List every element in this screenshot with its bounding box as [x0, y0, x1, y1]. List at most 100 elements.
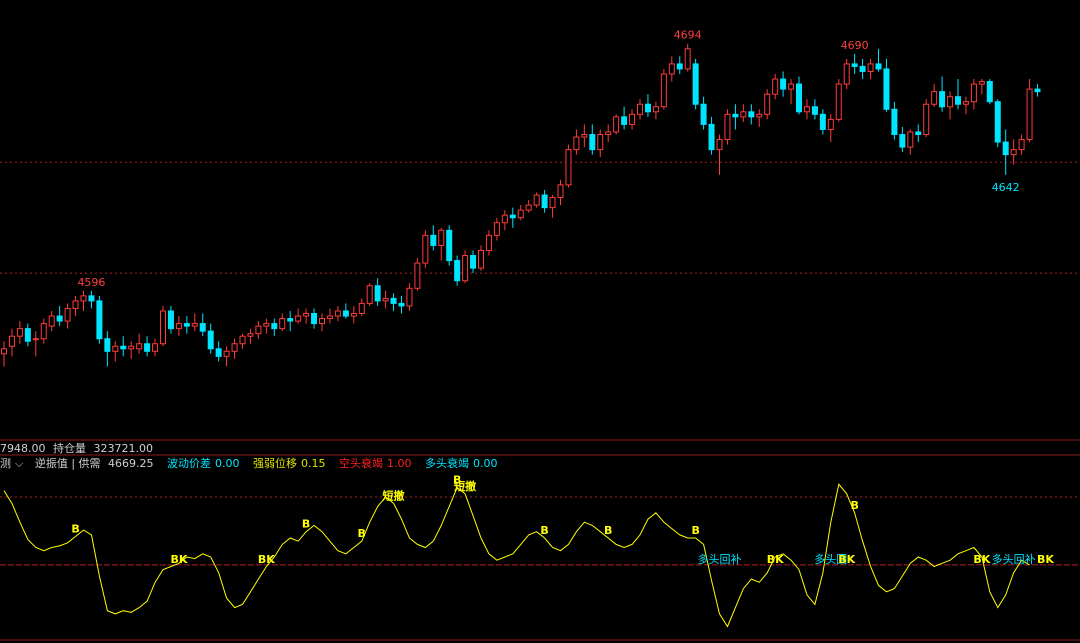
- candle-down: [819, 113, 826, 130]
- candle-up: [803, 106, 810, 113]
- candle-up: [1018, 139, 1025, 151]
- candle-down: [120, 345, 127, 350]
- candle-down: [732, 113, 739, 118]
- candle-up: [247, 333, 254, 337]
- candle-down: [883, 68, 890, 110]
- candle-up: [637, 103, 643, 115]
- candle-up: [152, 343, 159, 352]
- candle-up: [8, 335, 15, 347]
- candle-down: [780, 78, 787, 90]
- candle-down: [56, 315, 63, 322]
- volume-value: 7948.00: [0, 442, 46, 455]
- candle-up: [80, 295, 87, 302]
- candle-down: [851, 63, 858, 67]
- candle-up: [525, 204, 532, 211]
- candle-down: [748, 111, 755, 118]
- field-label-1: 强弱位移: [253, 457, 298, 470]
- signal-label: BK: [838, 553, 855, 566]
- price-extreme-label: 4642: [992, 181, 1020, 194]
- candle-up: [160, 310, 166, 345]
- candle-up: [422, 234, 429, 264]
- candle-down: [692, 63, 699, 105]
- candle-up: [978, 81, 985, 85]
- candle-up: [605, 131, 612, 135]
- candle-up: [1, 348, 7, 355]
- candle-up: [867, 63, 874, 72]
- candle-up: [350, 313, 357, 317]
- signal-label: B: [604, 524, 612, 537]
- field-label-3: 多头衰竭: [425, 457, 470, 470]
- candle-up: [724, 113, 731, 141]
- candle-down: [144, 343, 151, 352]
- indicator-annotation: 多头回补: [992, 552, 1036, 566]
- candle-up: [947, 96, 954, 108]
- candle-up: [334, 310, 341, 317]
- candle-up: [970, 83, 977, 103]
- candle-up: [668, 63, 675, 75]
- candle-up: [295, 315, 302, 322]
- chevron-down-icon[interactable]: ⌵: [15, 457, 23, 470]
- signal-label: BK: [767, 553, 784, 566]
- candle-down: [589, 133, 596, 151]
- candle-up: [279, 318, 286, 330]
- candle-down: [541, 194, 548, 209]
- candle-up: [366, 285, 373, 304]
- candle-down: [644, 103, 651, 113]
- candle-up: [517, 209, 524, 219]
- candle-down: [454, 260, 461, 282]
- candle-up: [493, 222, 500, 236]
- candle-up: [772, 78, 779, 95]
- candle-down: [994, 101, 1001, 143]
- field-value-2: 1.00: [387, 457, 412, 470]
- candle-up: [406, 287, 413, 307]
- signal-label: 短撤: [454, 479, 476, 493]
- candle-up: [136, 343, 143, 350]
- signal-label: B: [71, 522, 79, 535]
- candle-up: [931, 91, 938, 105]
- candle-up: [128, 345, 135, 350]
- indicator-name[interactable]: 测: [0, 457, 11, 470]
- candle-up: [613, 116, 620, 133]
- candle-down: [915, 131, 922, 135]
- indicator-annotation: 多头回补: [698, 552, 742, 566]
- open-interest-label: 持仓量: [53, 442, 86, 455]
- candle-up: [501, 214, 508, 224]
- futures-chart[interactable]: 4596469446904642 多头回补 多头回 多头回补BBK BKBB短撤B短撤…: [0, 0, 1080, 643]
- candle-up: [40, 323, 47, 340]
- candle-down: [796, 83, 802, 113]
- candle-up: [358, 302, 365, 315]
- candle-up: [32, 338, 39, 341]
- candle-up: [1010, 149, 1017, 156]
- candle-down: [390, 297, 397, 304]
- candle-down: [311, 313, 318, 325]
- candle-up: [764, 93, 771, 115]
- candle-up: [319, 318, 325, 325]
- candle-up: [414, 262, 421, 289]
- candle-down: [24, 328, 31, 342]
- candle-up: [478, 249, 484, 269]
- candle-down: [104, 338, 111, 352]
- candle-up: [652, 106, 659, 113]
- candle-up: [962, 101, 969, 105]
- candle-down: [891, 108, 898, 135]
- candle-down: [96, 300, 103, 340]
- candle-down: [899, 133, 906, 148]
- candle-up: [72, 300, 79, 309]
- field-label-2: 空头衰竭: [339, 457, 384, 470]
- candle-down: [1034, 88, 1041, 93]
- candle-up: [923, 103, 930, 135]
- indicator-info-bar: 测 ⌵ 逆振值 | 供需 4669.25 波动价差 0.00 强弱位移 0.15 空头…: [0, 457, 502, 471]
- candle-down: [859, 65, 866, 72]
- candle-down: [700, 103, 707, 125]
- indicator-value-label: 逆振值 | 供需: [34, 457, 101, 470]
- candle-up: [660, 73, 667, 108]
- candle-up: [223, 350, 230, 357]
- candle-down: [374, 285, 381, 302]
- candle-up: [255, 325, 262, 335]
- candle-down: [167, 310, 174, 330]
- candle-down: [676, 63, 683, 70]
- candle-up: [740, 111, 747, 118]
- signal-label: B: [850, 499, 858, 512]
- candle-down: [342, 310, 349, 317]
- candle-up: [462, 255, 469, 282]
